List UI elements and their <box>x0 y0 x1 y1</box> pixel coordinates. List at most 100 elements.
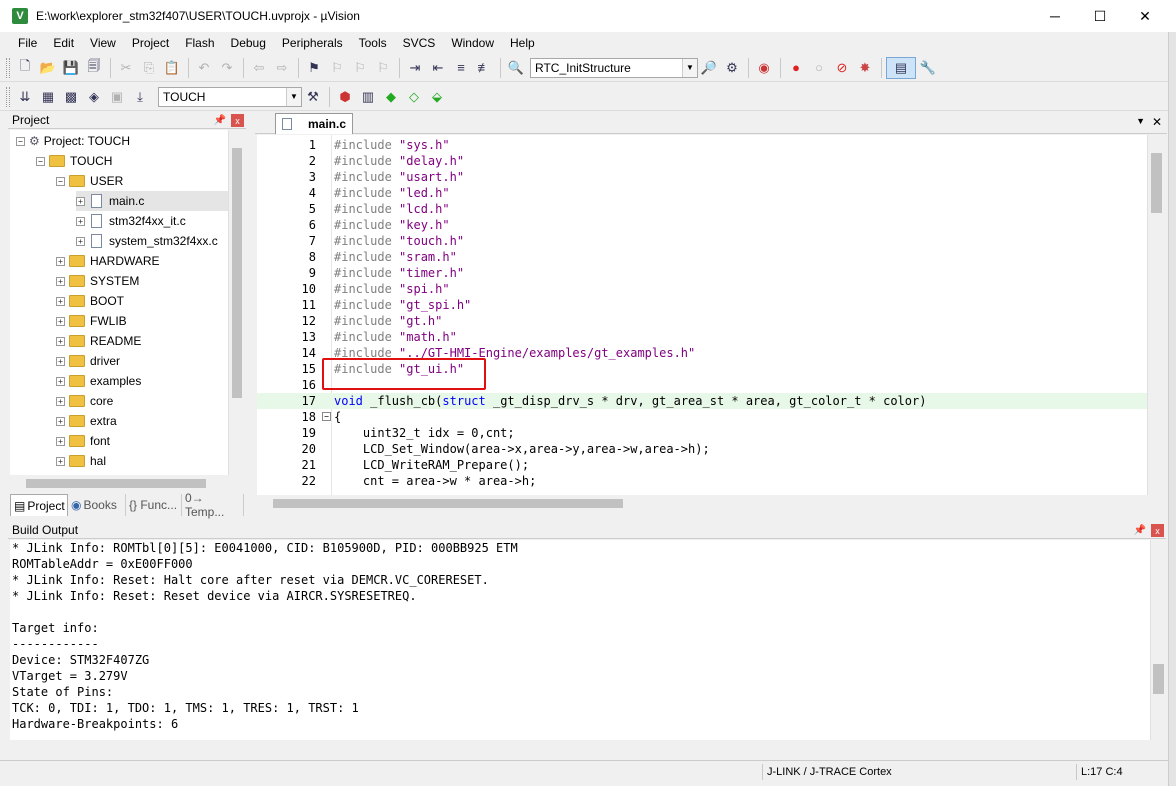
tree-node-group[interactable]: + FWLIB <box>56 311 127 331</box>
stop-build-icon[interactable]: ▣ <box>106 86 128 108</box>
menu-window[interactable]: Window <box>443 33 502 53</box>
expand-icon[interactable]: + <box>76 236 85 246</box>
translate-icon[interactable]: ⇊ <box>14 86 36 108</box>
breakpoint-kill-all-icon[interactable]: ✸ <box>854 57 876 79</box>
scrollbar-thumb[interactable] <box>232 148 242 398</box>
tree-node-group[interactable]: + font <box>56 431 110 451</box>
manage-components-icon[interactable]: ⬢ <box>334 86 356 108</box>
expand-icon[interactable]: + <box>56 276 65 286</box>
expand-icon[interactable]: + <box>56 316 65 326</box>
code-line[interactable]: 1 #include "sys.h" <box>257 137 1147 153</box>
code-line[interactable]: 3 #include "usart.h" <box>257 169 1147 185</box>
incremental-find-icon[interactable]: ⚙ <box>721 57 743 79</box>
menu-flash[interactable]: Flash <box>177 33 222 53</box>
menu-edit[interactable]: Edit <box>45 33 82 53</box>
pack-installer-icon[interactable]: ◆ <box>380 86 402 108</box>
next-bookmark-icon[interactable]: ⚐ <box>349 57 371 79</box>
cut-icon[interactable]: ✂ <box>115 57 137 79</box>
menu-peripherals[interactable]: Peripherals <box>274 33 351 53</box>
breakpoint-insert-icon[interactable]: ● <box>785 57 807 79</box>
expand-icon[interactable]: + <box>56 456 65 466</box>
open-file-icon[interactable]: 📂 <box>37 57 59 79</box>
tab-main-c[interactable]: main.c <box>275 113 353 134</box>
find-icon[interactable]: 🔎 <box>698 57 720 79</box>
collapse-icon[interactable]: − <box>56 176 65 186</box>
indent-icon[interactable]: ⇥ <box>404 57 426 79</box>
code-editor[interactable]: 1 #include "sys.h" 2 #include "delay.h" 3 #in… <box>257 135 1147 495</box>
fold-collapse-icon[interactable]: − <box>322 412 331 421</box>
nav-forward-icon[interactable]: ⇨ <box>271 57 293 79</box>
tree-node-group[interactable]: + HARDWARE <box>56 251 160 271</box>
code-line[interactable]: 18 { <box>257 409 1147 425</box>
build-output-hscrollbar[interactable] <box>10 740 1150 757</box>
build-icon[interactable]: ▦ <box>37 86 59 108</box>
tree-node-group[interactable]: + SYSTEM <box>56 271 139 291</box>
menu-help[interactable]: Help <box>502 33 543 53</box>
target-combo[interactable]: TOUCH ▼ <box>158 86 302 107</box>
expand-icon[interactable]: + <box>76 216 85 226</box>
configure-icon[interactable]: 🔧 <box>917 57 939 79</box>
uncomment-icon[interactable]: ≢ <box>473 57 495 79</box>
tab-books[interactable]: ◉ Books <box>68 494 126 516</box>
toolbar-grip[interactable] <box>6 57 10 78</box>
rebuild-icon[interactable]: ▩ <box>60 86 82 108</box>
tab-project[interactable]: ▤ Project <box>10 494 68 516</box>
menu-project[interactable]: Project <box>124 33 177 53</box>
code-line[interactable]: 20 LCD_Set_Window(area->x,area->y,area->… <box>257 441 1147 457</box>
code-line[interactable]: 2 #include "delay.h" <box>257 153 1147 169</box>
code-line[interactable]: 4 #include "led.h" <box>257 185 1147 201</box>
breakpoint-enable-icon[interactable]: ○ <box>808 57 830 79</box>
tree-node-file-system[interactable]: + system_stm32f4xx.c <box>76 231 218 251</box>
expand-icon[interactable]: + <box>56 296 65 306</box>
code-line[interactable]: 7 #include "touch.h" <box>257 233 1147 249</box>
tree-node-target[interactable]: − TOUCH <box>36 151 112 171</box>
maximize-button[interactable]: ☐ <box>1077 0 1123 32</box>
tree-node-group-user[interactable]: − USER <box>56 171 123 191</box>
copy-icon[interactable]: ⎘ <box>138 57 160 79</box>
pin-icon[interactable]: 📌 <box>213 113 227 127</box>
expand-icon[interactable]: + <box>56 416 65 426</box>
nav-back-icon[interactable]: ⇦ <box>248 57 270 79</box>
download-icon[interactable]: ⤓ <box>129 86 151 108</box>
code-line[interactable]: 19 uint32_t idx = 0,cnt; <box>257 425 1147 441</box>
tree-node-file-main[interactable]: + main.c <box>76 191 228 211</box>
tree-node-group[interactable]: + core <box>56 391 113 411</box>
expand-icon[interactable]: + <box>76 196 85 206</box>
debug-session-icon[interactable]: ◉ <box>753 57 775 79</box>
tree-node-project[interactable]: − ⚙ Project: TOUCH <box>16 131 130 151</box>
target-options-icon[interactable]: ⚒ <box>302 86 324 108</box>
collapse-icon[interactable]: − <box>16 136 25 146</box>
close-window-button[interactable]: ✕ <box>1122 0 1168 32</box>
unindent-icon[interactable]: ⇤ <box>427 57 449 79</box>
function-combo[interactable]: RTC_InitStructure ▼ <box>530 57 698 78</box>
menu-tools[interactable]: Tools <box>351 33 395 53</box>
chevron-down-icon[interactable]: ▼ <box>286 87 301 106</box>
build-output-vscrollbar[interactable] <box>1150 540 1166 740</box>
redo-icon[interactable]: ↷ <box>216 57 238 79</box>
tab-functions[interactable]: {} Func... <box>126 494 182 516</box>
code-line[interactable]: 8 #include "sram.h" <box>257 249 1147 265</box>
menu-svcs[interactable]: SVCS <box>395 33 444 53</box>
save-icon[interactable]: 💾 <box>60 57 82 79</box>
scrollbar-thumb[interactable] <box>1153 664 1164 694</box>
code-line[interactable]: 11 #include "gt_spi.h" <box>257 297 1147 313</box>
paste-icon[interactable]: 📋 <box>161 57 183 79</box>
close-panel-icon[interactable]: x <box>231 114 244 127</box>
bookmark-icon[interactable]: ⚑ <box>303 57 325 79</box>
code-line[interactable]: 13 #include "math.h" <box>257 329 1147 345</box>
scrollbar-thumb[interactable] <box>26 479 206 488</box>
menu-view[interactable]: View <box>82 33 124 53</box>
chevron-down-icon[interactable]: ▼ <box>682 58 697 77</box>
save-all-icon[interactable]: 🗐 <box>83 57 105 79</box>
breakpoint-disable-all-icon[interactable]: ⊘ <box>831 57 853 79</box>
code-line[interactable]: 17 void _flush_cb(struct _gt_disp_drv_s *… <box>257 393 1147 409</box>
undo-icon[interactable]: ↶ <box>193 57 215 79</box>
select-software-packs-icon[interactable]: ◇ <box>403 86 425 108</box>
batch-build-icon[interactable]: ◈ <box>83 86 105 108</box>
expand-icon[interactable]: + <box>56 256 65 266</box>
window-layout-icon[interactable]: ▤ <box>886 56 916 79</box>
pin-icon[interactable]: 📌 <box>1133 523 1147 537</box>
tree-node-group[interactable]: + examples <box>56 371 141 391</box>
run-time-environment-icon[interactable]: ⬙ <box>426 86 448 108</box>
close-panel-icon[interactable]: x <box>1151 524 1164 537</box>
